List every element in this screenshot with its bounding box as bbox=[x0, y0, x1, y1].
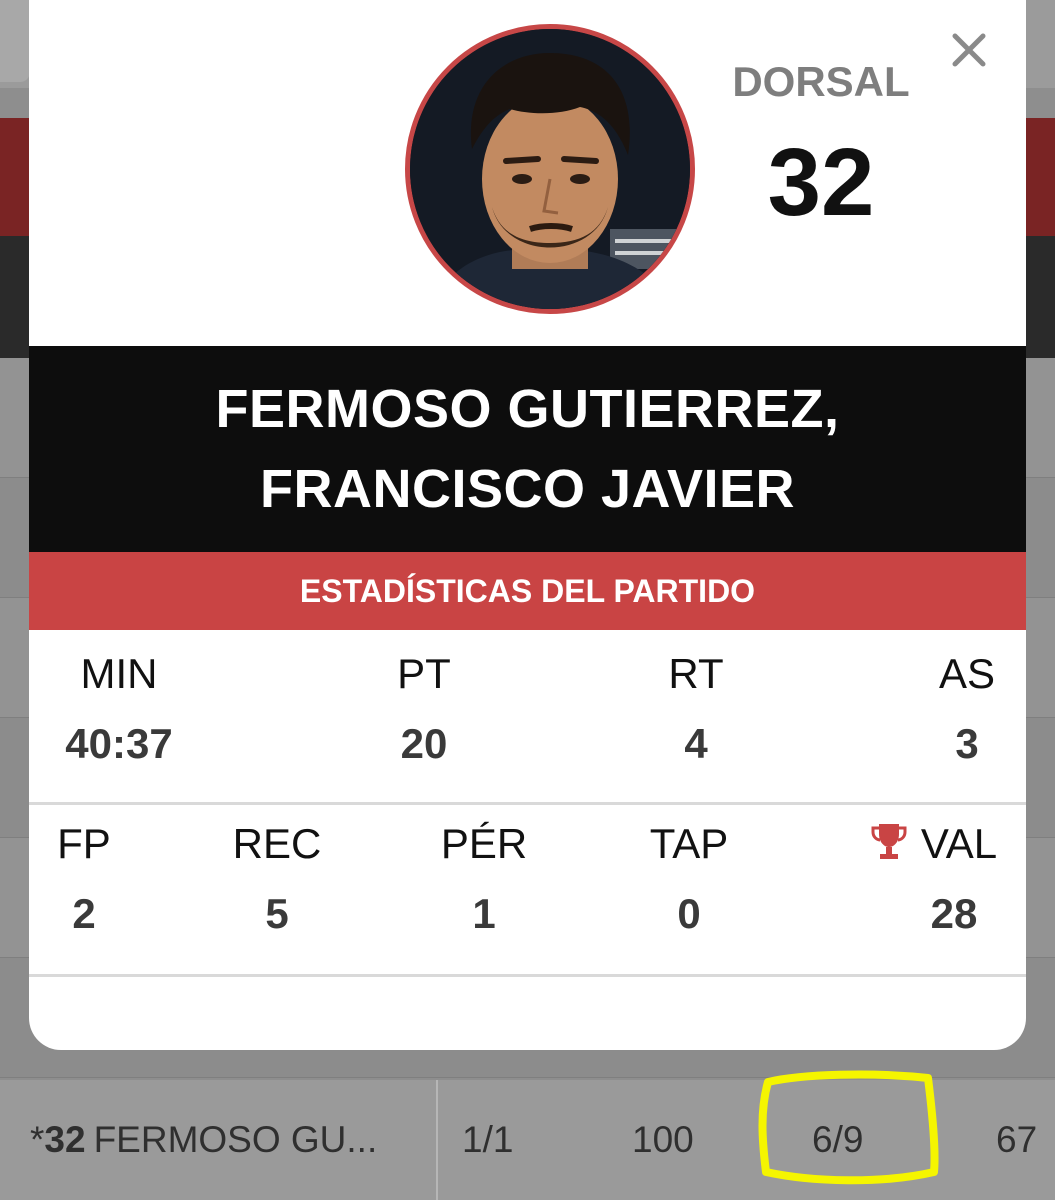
player-avatar bbox=[405, 24, 695, 314]
stats-row-1: MIN 40:37 PT 20 RT 4 AS 3 bbox=[29, 650, 1026, 805]
stat-value: 0 bbox=[677, 890, 701, 937]
row-cell-2: 100 bbox=[632, 1119, 694, 1160]
stat-val: VAL 28 bbox=[849, 820, 1019, 938]
row-cell-1: 1/1 bbox=[462, 1119, 514, 1160]
stat-tap: TAP 0 bbox=[629, 820, 749, 938]
stat-label: AS bbox=[938, 650, 996, 697]
stat-value: 28 bbox=[930, 890, 978, 937]
player-name-line-1: FERMOSO GUTIERREZ, bbox=[215, 379, 840, 439]
stat-value: 40:37 bbox=[65, 720, 173, 767]
player-photo bbox=[410, 29, 690, 309]
stats-row-2: FP 2 REC 5 PÉR 1 TAP 0 VAL 28 bbox=[29, 820, 1026, 977]
close-button[interactable] bbox=[949, 30, 989, 70]
stat-label: VAL bbox=[920, 820, 998, 867]
player-name: FERMOSO GUTIERREZ, FRANCISCO JAVIER bbox=[29, 346, 1026, 552]
dorsal-number: 32 bbox=[767, 129, 875, 236]
player-name-line-2: FRANCISCO JAVIER bbox=[259, 459, 796, 519]
player-stats-modal: DORSAL 32 FERMOSO GUTIERREZ, FRANCISCO J… bbox=[29, 0, 1026, 1050]
close-icon bbox=[952, 33, 986, 67]
stat-value: 2 bbox=[72, 890, 96, 937]
stat-rt: RT 4 bbox=[646, 650, 746, 768]
stat-label: TAP bbox=[649, 820, 729, 867]
stat-per: PÉR 1 bbox=[424, 820, 544, 938]
stats-section-title: ESTADÍSTICAS DEL PARTIDO bbox=[29, 552, 1026, 630]
stat-value: 3 bbox=[955, 720, 979, 767]
stat-value: 4 bbox=[684, 720, 708, 767]
dorsal-label: DORSAL bbox=[732, 58, 910, 105]
player-row-name[interactable]: * 32 FERMOSO GU... bbox=[0, 1080, 438, 1200]
stat-label: FP bbox=[57, 820, 111, 867]
trophy-icon bbox=[871, 824, 907, 859]
stat-label: PT bbox=[397, 650, 451, 697]
stat-value: 20 bbox=[400, 720, 448, 767]
player-row-label: FERMOSO GU... bbox=[93, 1119, 378, 1160]
stat-as: AS 3 bbox=[917, 650, 1017, 768]
stat-label-with-icon: VAL bbox=[849, 820, 1019, 868]
row-cell-4: 67 bbox=[996, 1119, 1038, 1160]
stat-label: PÉR bbox=[440, 820, 528, 867]
stat-label: RT bbox=[668, 650, 724, 697]
player-row-prefix: * bbox=[30, 1119, 45, 1160]
stat-value: 5 bbox=[265, 890, 289, 937]
stat-pt: PT 20 bbox=[374, 650, 474, 768]
stat-value: 1 bbox=[472, 890, 496, 937]
row-cell-3: 6/9 bbox=[812, 1119, 864, 1160]
player-row-number: 32 bbox=[44, 1119, 86, 1160]
stat-min: MIN 40:37 bbox=[59, 650, 179, 768]
stat-fp: FP 2 bbox=[34, 820, 134, 938]
stat-rec: REC 5 bbox=[217, 820, 337, 938]
stat-label: MIN bbox=[80, 650, 158, 697]
stat-label: REC bbox=[232, 820, 322, 867]
player-table-row[interactable]: * 32 FERMOSO GU... 1/1 100 6/9 67 bbox=[0, 1080, 1055, 1200]
